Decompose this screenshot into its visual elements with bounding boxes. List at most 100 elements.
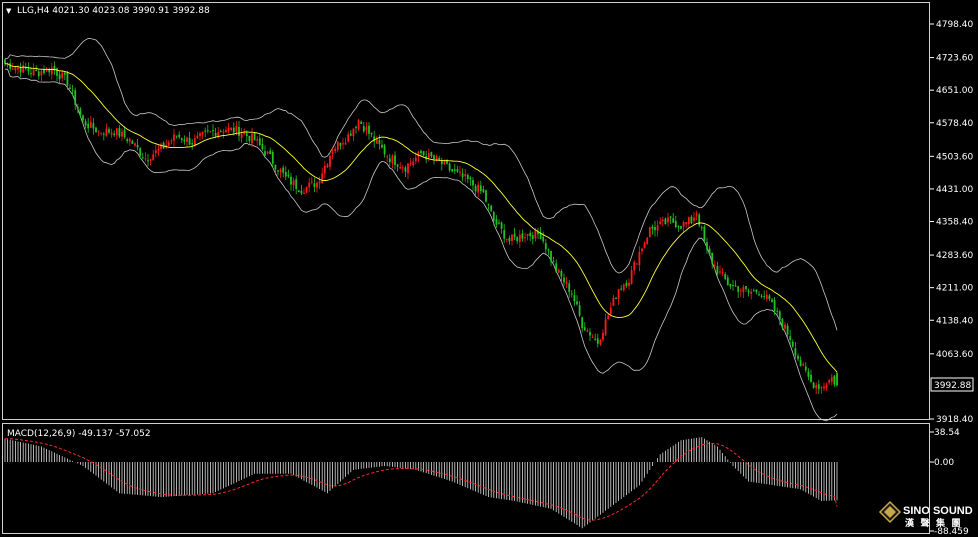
candle-body bbox=[76, 106, 79, 110]
candle-body bbox=[342, 143, 344, 145]
candle-body bbox=[388, 158, 391, 163]
macd-tick-label: -88.459 bbox=[934, 527, 969, 537]
candle-body bbox=[217, 132, 220, 136]
candle-body bbox=[763, 296, 766, 298]
candle-body bbox=[815, 384, 818, 389]
candle-body bbox=[604, 319, 607, 335]
candle-body bbox=[308, 182, 311, 188]
candle-body bbox=[737, 286, 740, 292]
candle-body bbox=[693, 217, 695, 221]
candle-body bbox=[459, 171, 461, 173]
candle-body bbox=[180, 138, 183, 141]
candle-body bbox=[214, 132, 217, 136]
candle-body bbox=[206, 130, 209, 132]
candle-body bbox=[433, 155, 435, 160]
candle-body bbox=[282, 167, 285, 173]
candle-body bbox=[682, 221, 685, 227]
candle-body bbox=[323, 165, 326, 174]
candle-body bbox=[87, 123, 90, 129]
candle-body bbox=[128, 138, 131, 142]
candle-body bbox=[357, 120, 360, 130]
candle-body bbox=[134, 143, 136, 146]
candle-body bbox=[35, 70, 38, 72]
candle-body bbox=[505, 238, 508, 240]
candle-body bbox=[674, 221, 677, 228]
candle-body bbox=[4, 59, 6, 64]
candle-body bbox=[638, 251, 641, 266]
candle-body bbox=[199, 133, 201, 137]
moving-average-line bbox=[5, 63, 838, 373]
candle-body bbox=[232, 127, 235, 133]
candle-body bbox=[139, 148, 142, 156]
price-tick-label: 4063.60 bbox=[936, 350, 973, 360]
candle-body bbox=[186, 137, 188, 142]
candle-body bbox=[126, 139, 129, 142]
candle-body bbox=[113, 133, 116, 136]
bollinger-bands bbox=[5, 38, 838, 422]
candle-body bbox=[230, 127, 233, 130]
candle-body bbox=[482, 189, 485, 193]
candle-body bbox=[703, 226, 706, 241]
candle-body bbox=[635, 263, 638, 265]
logo-subtitle: 漢 聲 集 團 bbox=[905, 517, 963, 528]
candle-body bbox=[355, 127, 357, 129]
candle-body bbox=[833, 375, 836, 385]
candle-body bbox=[810, 374, 812, 382]
candle-body bbox=[797, 355, 799, 360]
candle-body bbox=[212, 130, 214, 132]
candle-body bbox=[687, 217, 690, 224]
candle-body bbox=[828, 379, 831, 383]
candle-body bbox=[609, 307, 612, 314]
candle-body bbox=[620, 288, 623, 290]
candle-body bbox=[144, 158, 147, 160]
candle-body bbox=[261, 143, 264, 150]
candle-body bbox=[732, 285, 734, 287]
candle-body bbox=[474, 185, 477, 192]
price-axis: 4798.40 4723.60 4651.00 4578.40 4503.60 4431.… bbox=[930, 20, 973, 425]
candle-body bbox=[305, 186, 308, 193]
candle-body bbox=[807, 371, 810, 377]
candle-body bbox=[277, 170, 279, 172]
candle-body bbox=[477, 184, 480, 193]
candle-body bbox=[565, 281, 568, 284]
candle-body bbox=[672, 218, 675, 223]
candle-body bbox=[287, 174, 290, 177]
dropdown-arrow-icon[interactable]: ▼ bbox=[6, 7, 12, 15]
candle-body bbox=[349, 133, 352, 136]
candle-body bbox=[240, 133, 243, 138]
candle-body bbox=[362, 126, 365, 132]
candle-body bbox=[641, 248, 643, 252]
candle-body bbox=[487, 203, 490, 205]
macd-tick-label: 38.54 bbox=[934, 428, 960, 438]
candle-body bbox=[149, 159, 152, 161]
candle-body bbox=[573, 295, 576, 302]
candle-body bbox=[297, 190, 300, 193]
candle-body bbox=[79, 108, 82, 115]
candle-body bbox=[750, 291, 753, 294]
candle-body bbox=[365, 127, 368, 131]
candle-body bbox=[56, 68, 58, 76]
candle-body bbox=[555, 263, 558, 273]
candle-body bbox=[791, 341, 794, 347]
candle-body bbox=[245, 133, 248, 137]
candle-body bbox=[755, 289, 758, 293]
candle-body bbox=[11, 68, 14, 70]
candlestick-series bbox=[4, 58, 838, 395]
candle-body bbox=[251, 133, 253, 144]
candle-body bbox=[700, 227, 703, 229]
candle-body bbox=[576, 301, 578, 305]
candle-body bbox=[820, 387, 823, 389]
candle-body bbox=[121, 131, 123, 137]
candle-body bbox=[443, 161, 446, 165]
moving-average-path bbox=[5, 63, 838, 373]
candle-body bbox=[375, 138, 378, 144]
candle-body bbox=[396, 164, 399, 167]
candle-body bbox=[524, 237, 526, 239]
candle-body bbox=[391, 155, 394, 164]
candle-body bbox=[131, 140, 134, 144]
candle-body bbox=[784, 324, 786, 329]
candle-body bbox=[118, 128, 121, 137]
candle-body bbox=[778, 311, 781, 321]
candle-body bbox=[596, 338, 599, 344]
candle-body bbox=[591, 336, 594, 338]
